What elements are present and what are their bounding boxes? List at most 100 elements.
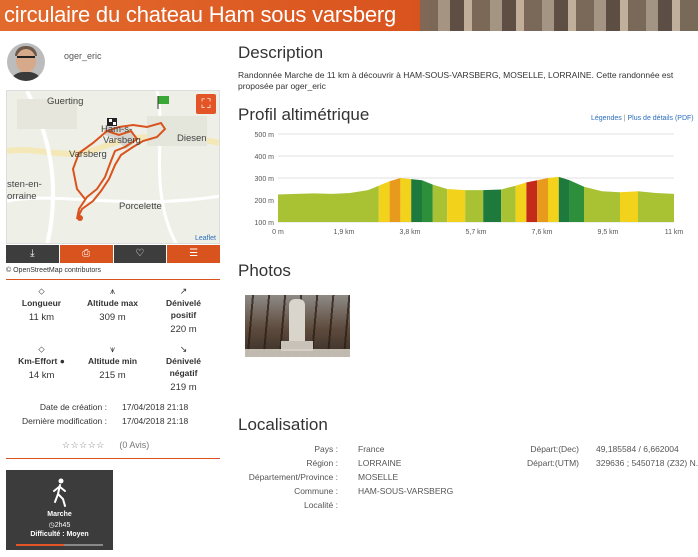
creation-date-value: 17/04/2018 21:18 — [122, 402, 189, 412]
x-tick-label: 3,8 km — [399, 229, 420, 236]
profile-segment — [526, 180, 538, 222]
print-icon: ⎙ — [82, 248, 91, 259]
stat-label: Dénivelé — [166, 298, 201, 308]
profile-segment — [483, 189, 502, 222]
profile-segment — [620, 191, 638, 222]
map-label: sten-en- — [7, 179, 42, 190]
stat-label: Altitude min — [87, 356, 138, 366]
elevation-profile-chart[interactable]: 500 m 400 m 300 m 200 m 100 m 0 m 1,9 km 3,8 km… — [238, 128, 688, 238]
stat-value: 11 km — [28, 312, 55, 323]
map-label: Ham-s- — [101, 124, 133, 135]
map-label: Diesen — [177, 133, 207, 144]
profile-links: Légendes | Plus de détails (PDF) — [591, 115, 694, 122]
help-icon[interactable]: ● — [60, 356, 65, 366]
trend-up-icon: ↗ — [179, 286, 188, 296]
x-tick-label: 5,7 km — [465, 229, 486, 236]
profile-segment — [368, 185, 379, 222]
author-name[interactable]: oger_eric — [64, 51, 102, 61]
stat-value: 215 m — [99, 370, 126, 381]
activity-card: Marche ◷2h45 Difficulté : Moyen — [6, 470, 113, 550]
divider — [6, 458, 220, 459]
route-map[interactable]: Guerting Ham-s- Varsberg Varsberg Diesen… — [6, 90, 220, 244]
y-tick-label: 100 m — [255, 220, 275, 227]
review-count[interactable]: (0 Avis) — [119, 440, 149, 450]
banner-photo — [420, 0, 698, 31]
x-tick-label: 9,5 km — [597, 229, 618, 236]
stat-label: Dénivelé — [166, 356, 201, 366]
effort-icon: ⬦ — [38, 344, 45, 354]
profile-segment — [548, 176, 559, 222]
map-label: Guerting — [47, 96, 84, 107]
altitude-min-icon: ⩛ — [109, 344, 116, 354]
locality-label: Localité : — [303, 500, 338, 510]
profile-segment — [422, 180, 433, 222]
profile-segment — [558, 176, 570, 222]
profile-segment — [638, 191, 656, 222]
y-tick-label: 500 m — [255, 132, 275, 139]
activity-difficulty: Difficulté : Moyen — [30, 531, 89, 538]
star-rating-icon[interactable]: ☆☆☆☆☆ — [62, 440, 105, 450]
map-label: Porcelette — [119, 201, 162, 212]
y-tick-label: 400 m — [255, 154, 275, 161]
x-tick-label: 0 m — [272, 229, 284, 236]
leaflet-attribution[interactable]: Leaflet — [195, 235, 216, 242]
difficulty-bar — [16, 544, 103, 546]
altitude-max-icon: ⩚ — [109, 286, 116, 296]
profile-segment — [656, 192, 674, 222]
profile-segment — [378, 181, 390, 222]
commune-value: HAM-SOUS-VARSBERG — [358, 486, 454, 496]
profile-segment — [278, 193, 296, 222]
download-button[interactable]: ⤓ — [6, 245, 59, 263]
profile-segment — [400, 178, 412, 222]
map-canvas[interactable] — [7, 91, 220, 244]
stat-value: 309 m — [99, 312, 126, 323]
profile-segment — [501, 185, 516, 222]
country-value: France — [358, 444, 385, 454]
start-dec-value: 49,185584 / 6,662004 — [596, 444, 679, 454]
page-title: circulaire du chateau Ham sous varsberg — [4, 2, 397, 27]
finish-flag-icon — [158, 96, 169, 104]
print-button[interactable]: ⎙ — [59, 245, 113, 263]
profile-segment — [411, 179, 422, 222]
profile-segment — [447, 189, 466, 222]
map-action-bar: ⤓ ⎙ ♡ ☰ — [6, 245, 220, 263]
osm-credit: © OpenStreetMap contributors — [6, 267, 102, 274]
pdf-details-link[interactable]: Plus de détails (PDF) — [628, 115, 694, 122]
x-tick-label: 7,6 km — [531, 229, 552, 236]
download-icon: ⤓ — [30, 248, 35, 259]
stat-value: 219 m — [170, 382, 197, 393]
x-tick-label: 1,9 km — [333, 229, 354, 236]
favorite-button[interactable]: ♡ — [113, 245, 167, 263]
region-label: Région : — [306, 458, 338, 468]
dates-block: Date de création : 17/04/2018 21:18 Dern… — [6, 402, 220, 430]
rating: ☆☆☆☆☆ (0 Avis) — [62, 440, 149, 451]
profile-segment — [332, 192, 350, 222]
expand-icon[interactable]: ⛶ — [196, 94, 216, 114]
region-value: LORRAINE — [358, 458, 402, 468]
profile-segment — [296, 193, 314, 222]
profile-segment — [537, 178, 548, 222]
osm-credit-link[interactable]: OpenStreetMap contributors — [13, 267, 101, 274]
map-label: Varsberg — [103, 135, 141, 146]
list-icon: ☰ — [189, 248, 199, 259]
list-button[interactable]: ☰ — [167, 245, 220, 263]
ruler-icon: ⬦ — [38, 286, 45, 296]
description-text: Randonnée Marche de 11 km à découvrir à … — [238, 70, 674, 91]
description-heading: Description — [238, 43, 324, 62]
header-banner: circulaire du chateau Ham sous varsberg — [0, 0, 698, 31]
country-label: Pays : — [314, 444, 338, 454]
walking-person-icon — [53, 478, 66, 507]
y-tick-label: 200 m — [255, 198, 275, 205]
modification-date-label: Dernière modification : — [21, 416, 107, 426]
trail-photo[interactable] — [245, 295, 350, 357]
profile-segment — [465, 190, 484, 222]
stat-label: positif — [170, 310, 197, 320]
legend-link[interactable]: Légendes — [591, 115, 622, 122]
profile-segment — [314, 193, 332, 222]
localisation-heading: Localisation — [238, 415, 328, 434]
stat-label: Altitude max — [86, 298, 138, 308]
x-tick-label: 11 km — [665, 229, 684, 236]
photos-heading: Photos — [238, 261, 291, 280]
avatar[interactable] — [7, 43, 45, 81]
commune-label: Commune : — [294, 486, 338, 496]
